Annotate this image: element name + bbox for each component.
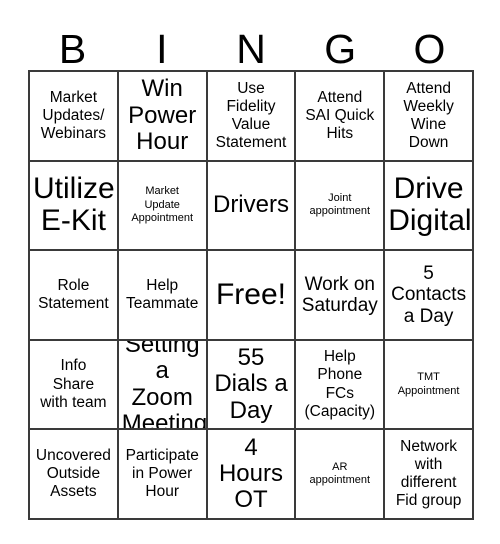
bingo-header-letter-i: I — [117, 12, 206, 70]
bingo-cell-free[interactable]: Free! — [207, 251, 297, 341]
header-letter-text: N — [236, 26, 266, 72]
bingo-cell[interactable]: TMT Appointment — [385, 340, 474, 431]
bingo-header-letter-n: N — [206, 12, 295, 70]
bingo-cell[interactable]: 4 Hours OT — [207, 430, 297, 520]
bingo-header-letter-b: B — [28, 12, 117, 70]
bingo-header-letter-o: O — [385, 12, 474, 70]
bingo-cell-label: Info Share with team — [40, 357, 107, 411]
bingo-cell-label: Setting a Zoom Meeting — [121, 340, 208, 431]
bingo-cell-label: Utilize E-Kit — [33, 172, 115, 238]
bingo-cell[interactable]: Uncovered Outside Assets — [30, 430, 119, 520]
bingo-cell[interactable]: Market Update Appointment — [118, 161, 208, 252]
bingo-cell[interactable]: Participate in Power Hour — [118, 430, 208, 520]
header-letter-text: B — [58, 26, 87, 72]
bingo-cell-label: 55 Dials a Day — [214, 344, 288, 424]
bingo-cell[interactable]: Info Share with team — [30, 340, 119, 431]
bingo-cell-label: Market Update Appointment — [131, 185, 194, 225]
header-letter-text: G — [324, 26, 357, 72]
bingo-cell-label: 5 Contacts a Day — [391, 262, 467, 327]
bingo-cell[interactable]: Drive Digital — [385, 161, 474, 252]
bingo-cell-label: Attend Weekly Wine Down — [403, 79, 454, 151]
bingo-cell[interactable]: Joint appointment — [296, 161, 386, 252]
bingo-cell-label: Work on Saturday — [301, 273, 378, 316]
bingo-cell[interactable]: Win Power Hour — [118, 72, 208, 162]
bingo-grid: Market Updates/ Webinars Win Power Hour Us… — [28, 70, 474, 520]
bingo-cell[interactable]: Attend Weekly Wine Down — [385, 72, 474, 162]
bingo-header-row: B I N G O — [28, 12, 474, 70]
bingo-cell[interactable]: AR appointment — [296, 430, 386, 520]
bingo-cell[interactable]: Utilize E-Kit — [30, 161, 119, 252]
bingo-cell-label: Help Phone FCs (Capacity) — [304, 348, 376, 420]
bingo-cell-label: Drivers — [212, 191, 289, 219]
bingo-cell-label: Uncovered Outside Assets — [35, 447, 111, 501]
bingo-cell[interactable]: Attend SAI Quick Hits — [296, 72, 386, 162]
bingo-cell[interactable]: Market Updates/ Webinars — [30, 72, 119, 162]
bingo-cell-label: TMT Appointment — [397, 371, 460, 397]
bingo-cell-label: Drive Digital — [388, 172, 472, 238]
bingo-cell-label: AR appointment — [309, 460, 371, 487]
bingo-header-letter-g: G — [296, 12, 385, 70]
header-letter-text: I — [156, 26, 168, 72]
bingo-cell-label: Role Statement — [38, 276, 109, 312]
bingo-cell[interactable]: Work on Saturday — [296, 251, 386, 341]
bingo-card: B I N G O Market Updates/ Webinars Win Po… — [0, 0, 500, 544]
bingo-cell-label: Win Power Hour — [128, 75, 197, 155]
bingo-cell-label: Network with different Fid group — [395, 437, 462, 510]
bingo-cell-label: Participate in Power Hour — [125, 447, 199, 501]
bingo-cell-label: Attend SAI Quick Hits — [305, 88, 375, 142]
bingo-cell-label: 4 Hours OT — [218, 433, 283, 514]
header-letter-text: O — [413, 26, 446, 72]
bingo-cell-label: Help Teammate — [126, 276, 199, 312]
bingo-cell[interactable]: Drivers — [207, 161, 297, 252]
bingo-cell[interactable]: Help Teammate — [118, 251, 208, 341]
bingo-cell[interactable]: Role Statement — [30, 251, 119, 341]
bingo-cell-label: Use Fidelity Value Statement — [215, 79, 287, 151]
bingo-cell-label: Market Updates/ Webinars — [40, 88, 106, 142]
bingo-cell-label: Free! — [215, 277, 286, 311]
bingo-cell-label: Joint appointment — [309, 191, 371, 218]
bingo-cell[interactable]: Use Fidelity Value Statement — [207, 72, 297, 162]
bingo-cell[interactable]: Setting a Zoom Meeting — [118, 340, 208, 431]
bingo-cell[interactable]: Network with different Fid group — [385, 430, 474, 520]
bingo-cell[interactable]: Help Phone FCs (Capacity) — [296, 340, 386, 431]
bingo-cell[interactable]: 5 Contacts a Day — [385, 251, 474, 341]
bingo-cell[interactable]: 55 Dials a Day — [207, 340, 297, 431]
